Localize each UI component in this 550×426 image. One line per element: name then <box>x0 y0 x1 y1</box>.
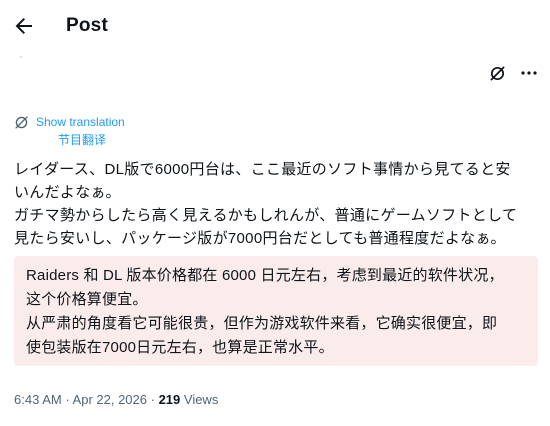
post-meta: 6:43 AM · Apr 22, 2026 · 219 Views <box>14 392 218 407</box>
show-translation[interactable]: Show translation 节目翻译 <box>14 114 125 149</box>
translated-line: 从严肃的角度看它可能很贵，但作为游戏软件来看，它确实很便宜，即 <box>26 315 498 332</box>
post-actions <box>488 63 538 83</box>
post-text: レイダース、DL版で6000円台は、ここ最近のソフト事情から見てると安 いんだよ… <box>14 158 536 250</box>
meta-separator: · <box>61 392 73 407</box>
post-date[interactable]: Apr 22, 2026 <box>73 392 147 407</box>
views-count: 219 <box>158 392 181 407</box>
translation-link[interactable]: Show translation 节目翻译 <box>36 114 125 149</box>
back-arrow-icon[interactable] <box>12 14 36 38</box>
post-text-line: レイダース、DL版で6000円台は、ここ最近のソフト事情から見てると安 <box>14 161 511 178</box>
post-text-line: 見たら安いし、パッケージ版が7000円台だとしても普通程度だよなぁ。 <box>14 230 506 247</box>
post-text-line: ガチマ勢からしたら高く見えるかもしれんが、普通にゲームソフトとして <box>14 207 518 224</box>
divider-dot <box>20 56 22 58</box>
translated-line: 这个价格算便宜。 <box>26 291 148 308</box>
post-text-line: いんだよなぁ。 <box>14 184 121 201</box>
translation-box: Raiders 和 DL 版本价格都在 6000 日元左右，考虑到最近的软件状况… <box>14 256 538 366</box>
page-title: Post <box>66 15 108 36</box>
header: Post <box>0 0 550 54</box>
translated-text: Raiders 和 DL 版本价格都在 6000 日元左右，考虑到最近的软件状况… <box>26 264 504 360</box>
meta-separator: · <box>147 392 159 407</box>
grok-icon[interactable] <box>488 64 506 82</box>
post-time[interactable]: 6:43 AM <box>14 392 62 407</box>
show-translation-label[interactable]: Show translation <box>36 115 125 129</box>
more-icon[interactable] <box>520 64 538 82</box>
translation-sublabel: 节目翻译 <box>58 133 107 147</box>
translated-line: Raiders 和 DL 版本价格都在 6000 日元左右，考虑到最近的软件状况… <box>26 267 504 284</box>
translate-icon <box>14 115 30 131</box>
views-label: Views <box>180 392 219 407</box>
translated-line: 使包装版在7000日元左右，也算是正常水平。 <box>26 339 334 356</box>
